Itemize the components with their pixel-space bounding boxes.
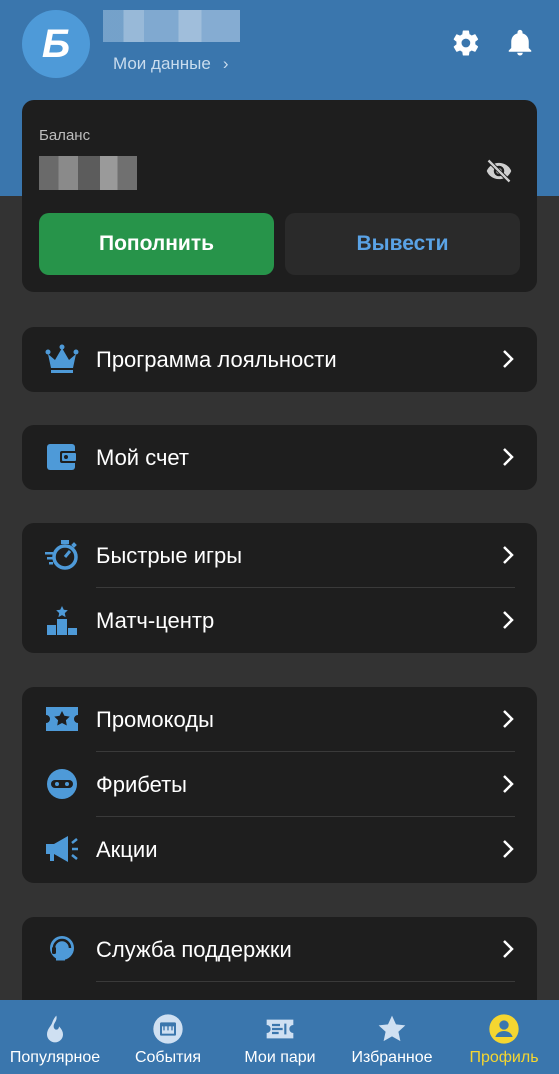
chevron-right-icon <box>503 546 514 564</box>
divider <box>96 981 515 982</box>
withdraw-button[interactable]: Вывести <box>285 213 520 275</box>
menu-item-promotions[interactable]: Акции <box>22 817 537 882</box>
menu-label: Акции <box>96 836 158 862</box>
nav-events[interactable]: События <box>113 1000 223 1074</box>
menu-item-account[interactable]: Мой счет <box>22 425 537 490</box>
menu-item-support[interactable]: Служба поддержки <box>22 917 537 982</box>
my-data-label: Мои данные <box>113 54 211 73</box>
username-hidden <box>103 10 240 42</box>
calendar-icon <box>153 1014 183 1044</box>
menu-label: Матч-центр <box>96 607 215 633</box>
megaphone-icon <box>46 836 78 862</box>
menu-label: Быстрые игры <box>96 542 243 568</box>
gear-icon[interactable] <box>451 28 481 58</box>
nav-popular[interactable]: Популярное <box>0 1000 110 1074</box>
nav-my-bets[interactable]: Мои пари <box>225 1000 335 1074</box>
nav-label: События <box>134 1049 202 1066</box>
eye-off-icon[interactable] <box>484 157 514 185</box>
nav-favorites[interactable]: Избранное <box>337 1000 447 1074</box>
ticket-star-icon <box>46 707 78 731</box>
star-icon <box>378 1015 406 1042</box>
chevron-right-icon <box>503 775 514 793</box>
menu-item-fast-games[interactable]: Быстрые игры <box>22 523 537 588</box>
chevron-right-icon <box>503 611 514 629</box>
balance-label: Баланс <box>39 127 91 144</box>
flame-icon <box>47 1015 63 1043</box>
support-icon <box>50 936 74 961</box>
promo-card: Промокоды Фрибеты Акции <box>22 687 537 883</box>
logo-letter: Б <box>41 22 71 66</box>
nav-profile[interactable]: Профиль <box>449 1000 559 1074</box>
podium-icon <box>47 606 77 635</box>
menu-item-match-center[interactable]: Матч-центр <box>22 588 537 653</box>
menu-label: Служба поддержки <box>96 936 292 962</box>
chevron-right-icon <box>503 940 514 958</box>
menu-item-promocodes[interactable]: Промокоды <box>22 687 537 752</box>
chevron-right-icon <box>503 840 514 858</box>
stopwatch-icon <box>45 540 78 570</box>
bell-icon[interactable] <box>505 28 535 58</box>
nav-label: Профиль <box>469 1049 539 1066</box>
chevron-right-icon <box>503 448 514 466</box>
avatar-logo[interactable]: Б <box>22 10 90 78</box>
chevron-right-icon: › <box>222 54 229 73</box>
account-card: Мой счет <box>22 425 537 490</box>
nav-label: Популярное <box>9 1049 101 1066</box>
topup-button[interactable]: Пополнить <box>39 213 274 275</box>
menu-label: Программа лояльности <box>96 346 337 372</box>
games-card: Быстрые игры Матч-центр <box>22 523 537 653</box>
user-icon <box>489 1014 519 1044</box>
chevron-right-icon <box>503 350 514 368</box>
loyalty-card: Программа лояльности <box>22 327 537 392</box>
ticket-icon <box>266 1019 294 1039</box>
menu-label: Промокоды <box>96 706 214 732</box>
nav-label: Мои пари <box>244 1049 316 1066</box>
my-data-link[interactable]: Мои данные › <box>113 54 229 74</box>
menu-item-loyalty[interactable]: Программа лояльности <box>22 327 537 392</box>
bottom-nav: Популярное События Мои пари Избранное Пр… <box>0 1000 559 1074</box>
menu-item-freebets[interactable]: Фрибеты <box>22 752 537 817</box>
chevron-right-icon <box>503 710 514 728</box>
freebet-icon <box>47 769 77 799</box>
menu-label: Мой счет <box>96 444 190 470</box>
balance-card: Баланс Пополнить Вывести <box>22 100 537 292</box>
nav-label: Избранное <box>351 1049 433 1066</box>
crown-icon <box>45 344 79 373</box>
menu-label: Фрибеты <box>96 771 187 797</box>
balance-amount-hidden <box>39 156 137 190</box>
wallet-icon <box>47 444 78 470</box>
